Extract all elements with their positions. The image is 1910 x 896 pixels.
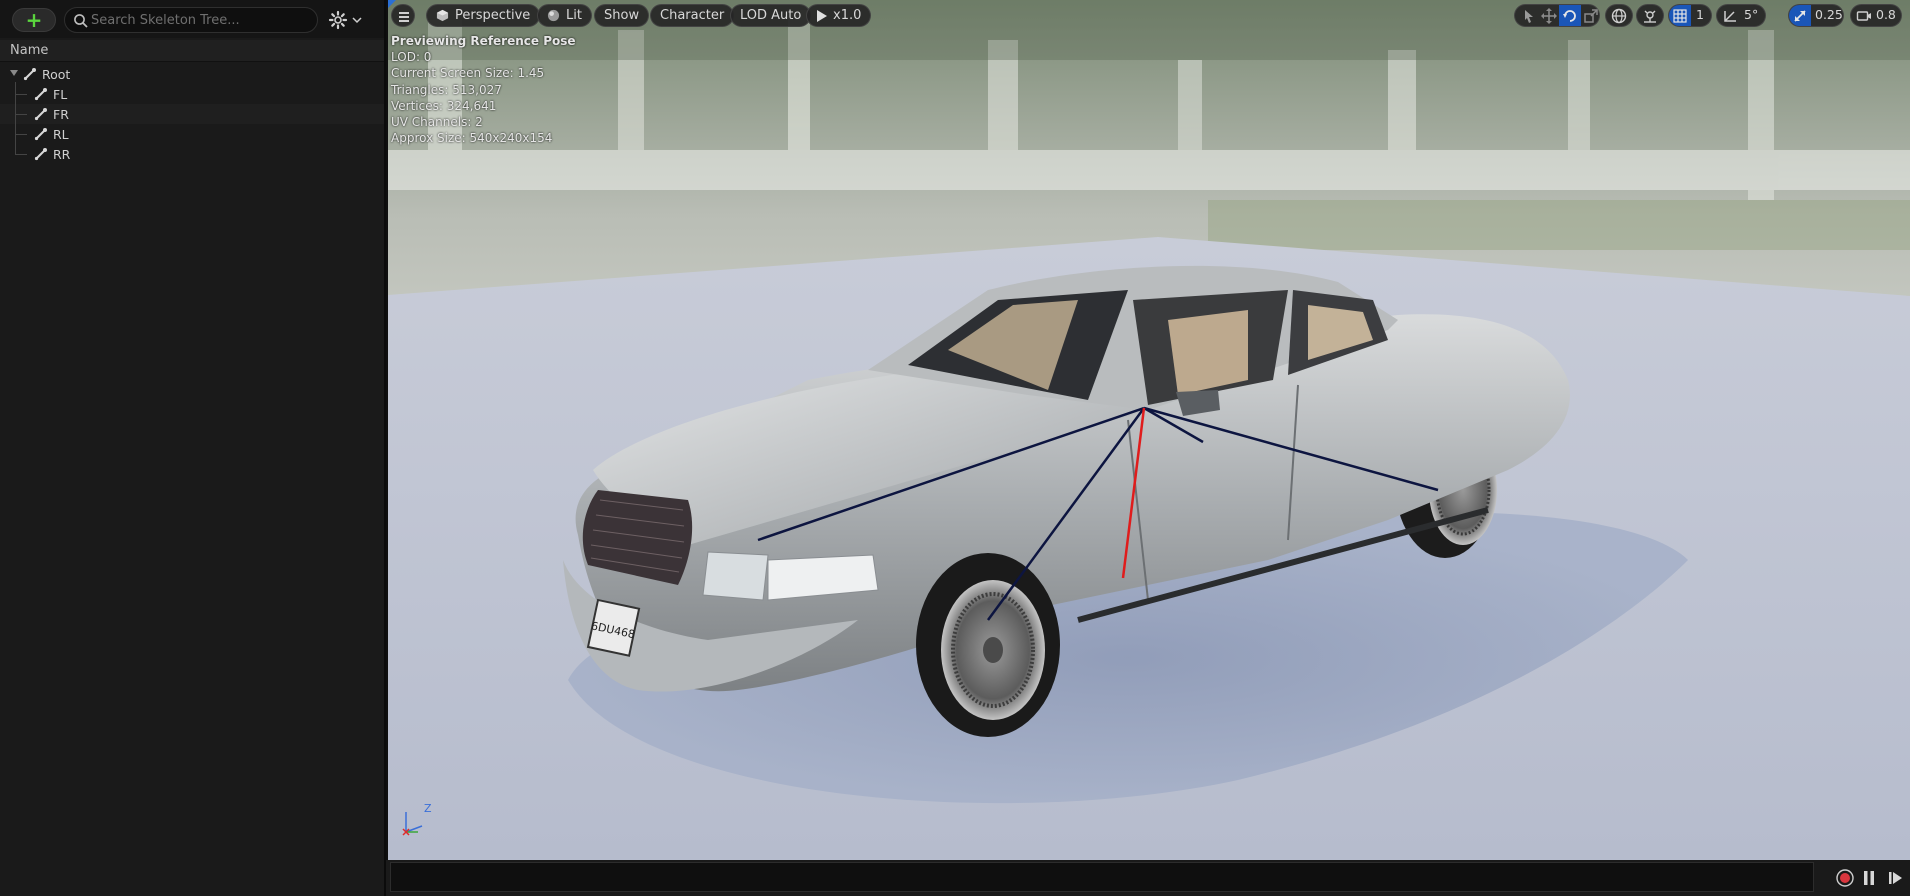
angle-icon (1724, 11, 1736, 22)
search-box[interactable] (64, 7, 318, 33)
viewport[interactable]: 6DU468 Perspective Lit Show Character LO… (388, 0, 1910, 860)
lod-stat: LOD: 0 (391, 50, 432, 65)
tree-row-fl[interactable]: FL (0, 84, 384, 104)
bone-icon (34, 128, 47, 141)
tree-row-root[interactable]: Root (0, 64, 384, 84)
chevron-down-icon (352, 17, 362, 24)
snap-surface-icon (1644, 10, 1656, 23)
viewport-corner-marker (388, 0, 396, 8)
axis-gizmo: Z (402, 802, 432, 836)
show-label: Show (604, 8, 640, 23)
vertices-stat: Vertices: 324,641 (391, 98, 497, 113)
settings-dropdown[interactable] (328, 9, 364, 31)
move-icon[interactable] (1541, 8, 1557, 24)
gear-icon (328, 10, 348, 30)
playback-speed-label: x1.0 (833, 8, 862, 23)
rotation-snap-button[interactable]: 5° (1716, 4, 1766, 27)
select-icon[interactable] (1521, 8, 1537, 24)
bone-icon (34, 148, 47, 161)
scale-snap-active (1789, 5, 1811, 26)
playback-speed-button[interactable]: x1.0 (806, 4, 872, 27)
tree-item-label: RL (53, 127, 69, 142)
tree-guide-line (15, 114, 27, 115)
sphere-icon (547, 9, 560, 22)
column-header-label: Name (10, 43, 49, 58)
cube-icon (436, 9, 449, 22)
step-forward-icon[interactable] (1886, 869, 1904, 887)
perspective-button[interactable]: Perspective (426, 4, 541, 27)
viewport-scene[interactable]: 6DU468 (388, 0, 1910, 860)
scale-icon[interactable] (1583, 8, 1599, 24)
viewport-toolbar: Perspective Lit Show Character LOD Auto … (388, 0, 1910, 32)
play-icon (817, 9, 827, 22)
camera-icon (1856, 11, 1871, 21)
globe-icon (1611, 8, 1627, 24)
tree-guide-line (15, 94, 27, 95)
add-button[interactable]: + (12, 8, 56, 32)
tree-item-label: FR (53, 107, 69, 122)
character-label: Character (660, 8, 725, 23)
timeline-bar (386, 860, 1910, 896)
rotate-tool-active[interactable] (1559, 5, 1581, 26)
camera-speed-button[interactable]: 0.8 (1850, 4, 1902, 27)
scale-snap-button[interactable]: 0.25 (1788, 4, 1844, 27)
stats-overlay: Previewing Reference Pose LOD: 0 Current… (391, 33, 576, 146)
tree-item-label: FL (53, 87, 68, 102)
tree-row-rl[interactable]: RL (0, 124, 384, 144)
grid-snap-button[interactable]: 1 (1668, 4, 1712, 27)
show-button[interactable]: Show (594, 4, 650, 27)
lod-label: LOD Auto (740, 8, 802, 23)
lit-button[interactable]: Lit (537, 4, 592, 27)
axis-z-label: Z (424, 802, 432, 815)
character-button[interactable]: Character (650, 4, 735, 27)
transform-tools (1514, 4, 1600, 27)
bone-icon (34, 88, 47, 101)
rotate-icon (1563, 10, 1576, 22)
scale-snap-value: 0.25 (1815, 7, 1843, 22)
coordinate-space-button[interactable] (1605, 4, 1633, 27)
pause-icon[interactable] (1860, 869, 1878, 887)
grid-snap-active (1669, 5, 1691, 26)
lit-label: Lit (566, 8, 582, 23)
bone-icon (23, 68, 36, 81)
surface-snap-button[interactable] (1636, 4, 1664, 27)
screen-size-stat: Current Screen Size: 1.45 (391, 66, 545, 81)
skeleton-tree-toolbar: + (0, 0, 384, 38)
approx-size-stat: Approx Size: 540x240x154 (391, 131, 553, 146)
tree-guide-line (15, 82, 16, 155)
preview-status: Previewing Reference Pose (391, 34, 576, 48)
grid-icon (1673, 9, 1687, 23)
skeleton-tree-panel: + Search Skeleton Tree... Name Root FL F… (0, 0, 386, 896)
tree-guide-line (15, 134, 27, 135)
triangles-stat: Triangles: 513,027 (391, 82, 502, 97)
skeleton-editor: + Search Skeleton Tree... Name Root FL F… (0, 0, 1910, 896)
expand-arrow-icon[interactable] (10, 70, 18, 76)
camera-speed-value: 0.8 (1876, 7, 1896, 22)
tree-item-label: RR (53, 147, 71, 162)
tree-row-rr[interactable]: RR (0, 144, 384, 164)
tree-item-label: Root (42, 67, 71, 82)
record-icon[interactable] (1836, 869, 1854, 887)
column-header-name[interactable]: Name (0, 40, 384, 62)
bone-icon (34, 108, 47, 121)
perspective-label: Perspective (455, 8, 531, 23)
tree-guide-line (15, 154, 27, 155)
rotation-snap-value: 5° (1744, 7, 1759, 22)
timeline-scrubber[interactable] (390, 862, 1814, 892)
grid-snap-value: 1 (1696, 7, 1704, 22)
tree-row-fr[interactable]: FR (0, 104, 384, 124)
search-input[interactable] (91, 10, 311, 30)
add-icon: + (25, 8, 43, 32)
lod-button[interactable]: LOD Auto (730, 4, 812, 27)
uv-channels-stat: UV Channels: 2 (391, 115, 483, 130)
search-icon (74, 14, 88, 28)
scale-arrow-icon (1794, 10, 1806, 22)
